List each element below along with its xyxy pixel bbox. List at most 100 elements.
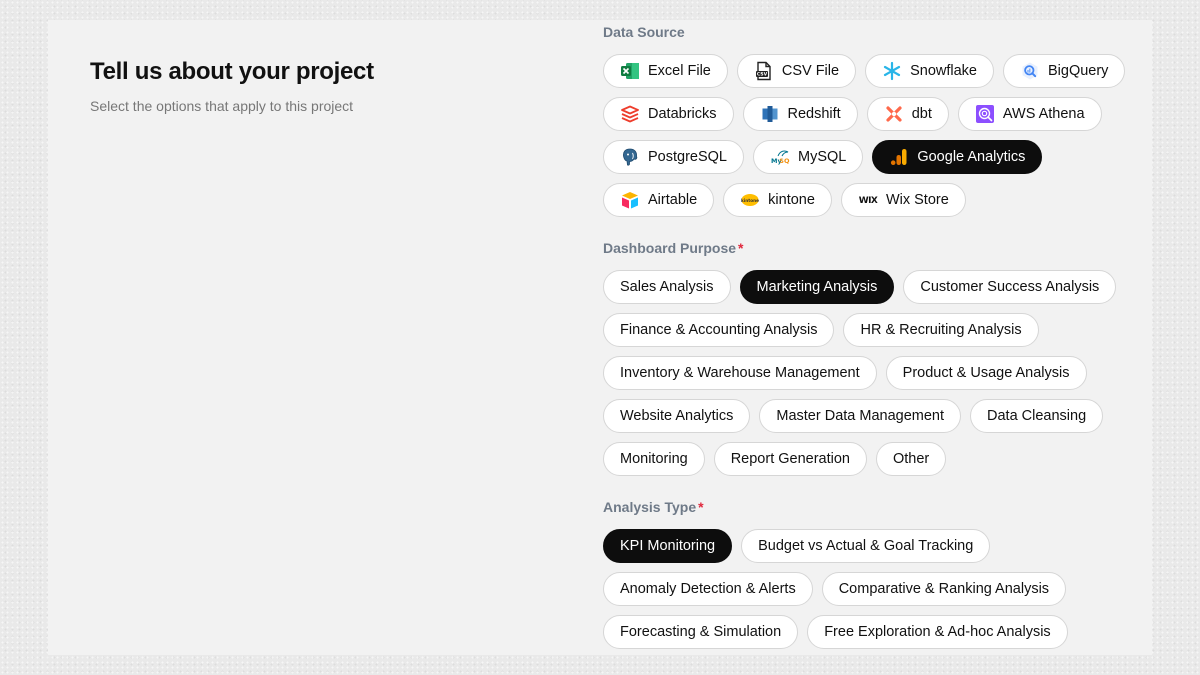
wix-icon: WIX <box>858 190 878 210</box>
chip-label: CSV File <box>781 63 840 79</box>
data-source-section: Data Source Excel File CSV CSV File Snowfla… <box>603 22 1143 217</box>
required-marker: * <box>698 499 704 515</box>
redshift-icon <box>760 104 780 124</box>
svg-text:CSV: CSV <box>757 72 768 78</box>
chip-postgresql[interactable]: PostgreSQL <box>603 140 744 174</box>
section-label: Data Source <box>603 24 685 40</box>
chip-label: Other <box>893 451 930 467</box>
chip-label: HR & Recruiting Analysis <box>860 322 1022 338</box>
chip-google-analytics[interactable]: Google Analytics <box>872 140 1043 174</box>
chip-label: Excel File <box>648 63 711 79</box>
chip-label: Data Cleansing <box>987 408 1087 424</box>
section-label: Dashboard Purpose * <box>603 240 744 256</box>
kintone-icon: kintone <box>740 190 760 210</box>
chip-inventory-and-warehouse-management[interactable]: Inventory & Warehouse Management <box>603 356 877 390</box>
chip-forecasting-and-simulation[interactable]: Forecasting & Simulation <box>603 615 799 649</box>
bigquery-icon <box>1020 61 1040 81</box>
chip-hr-and-recruiting-analysis[interactable]: HR & Recruiting Analysis <box>843 313 1039 347</box>
chip-label: Budget vs Actual & Goal Tracking <box>758 538 974 554</box>
chip-label: KPI Monitoring <box>620 538 716 554</box>
chip-budget-vs-actual-and-goal-tracking[interactable]: Budget vs Actual & Goal Tracking <box>741 529 991 563</box>
chip-snowflake[interactable]: Snowflake <box>865 54 994 88</box>
chip-label: Finance & Accounting Analysis <box>620 322 818 338</box>
options-panel: Data Source Excel File CSV CSV File Snowfla… <box>603 22 1143 655</box>
dashboard-purpose-options: Sales Analysis Marketing Analysis Customer… <box>603 270 1143 476</box>
chip-report-generation[interactable]: Report Generation <box>713 442 867 476</box>
google-analytics-icon <box>889 147 909 167</box>
chip-label: Snowflake <box>910 63 977 79</box>
chip-aws-athena[interactable]: AWS Athena <box>957 97 1102 131</box>
page-subtitle: Select the options that apply to this pr… <box>90 98 354 114</box>
chip-anomaly-detection-and-alerts[interactable]: Anomaly Detection & Alerts <box>603 572 813 606</box>
chip-excel-file[interactable]: Excel File <box>603 54 728 88</box>
chip-label: dbt <box>911 106 932 122</box>
mysql-icon: MySQL <box>770 147 790 167</box>
chip-data-cleansing[interactable]: Data Cleansing <box>970 399 1104 433</box>
chip-label: Master Data Management <box>776 408 945 424</box>
chip-free-exploration-and-ad-hoc-analysis[interactable]: Free Exploration & Ad-hoc Analysis <box>807 615 1068 649</box>
chip-label: Free Exploration & Ad-hoc Analysis <box>824 624 1051 640</box>
chip-label: Google Analytics <box>917 149 1026 165</box>
chip-label: Product & Usage Analysis <box>902 365 1070 381</box>
chip-label: Databricks <box>648 106 717 122</box>
chip-redshift[interactable]: Redshift <box>742 97 858 131</box>
chip-wix-store[interactable]: WIX Wix Store <box>840 183 966 217</box>
chip-label: Wix Store <box>885 192 949 208</box>
svg-text:SQL: SQL <box>779 157 790 165</box>
analysis-type-options: KPI Monitoring Budget vs Actual & Goal Tr… <box>603 529 1143 649</box>
chip-label: MySQL <box>798 149 847 165</box>
chip-kintone[interactable]: kintone kintone <box>723 183 832 217</box>
chip-label: Website Analytics <box>620 408 734 424</box>
chip-master-data-management[interactable]: Master Data Management <box>759 399 962 433</box>
chip-databricks[interactable]: Databricks <box>603 97 734 131</box>
csv-file-icon: CSV <box>754 61 774 81</box>
chip-label: Anomaly Detection & Alerts <box>620 581 796 597</box>
chip-label: Sales Analysis <box>620 279 714 295</box>
analysis-type-section: Analysis Type * KPI Monitoring Budget vs A… <box>603 497 1143 649</box>
chip-customer-success-analysis[interactable]: Customer Success Analysis <box>903 270 1117 304</box>
chip-bigquery[interactable]: BigQuery <box>1002 54 1126 88</box>
airtable-icon <box>620 190 640 210</box>
chip-finance-and-accounting-analysis[interactable]: Finance & Accounting Analysis <box>603 313 835 347</box>
chip-label: Inventory & Warehouse Management <box>620 365 860 381</box>
chip-label: kintone <box>768 192 815 208</box>
chip-comparative-and-ranking-analysis[interactable]: Comparative & Ranking Analysis <box>821 572 1067 606</box>
chip-label: Report Generation <box>730 451 850 467</box>
chip-marketing-analysis[interactable]: Marketing Analysis <box>739 270 895 304</box>
data-source-options: Excel File CSV CSV File Snowflake BigQuery Da… <box>603 54 1143 217</box>
chip-kpi-monitoring[interactable]: KPI Monitoring <box>603 529 733 563</box>
chip-label: Redshift <box>787 106 841 122</box>
chip-label: Forecasting & Simulation <box>620 624 782 640</box>
databricks-icon <box>620 104 640 124</box>
chip-website-analytics[interactable]: Website Analytics <box>603 399 751 433</box>
chip-label: Comparative & Ranking Analysis <box>838 581 1050 597</box>
aws-athena-icon <box>975 104 995 124</box>
chip-label: BigQuery <box>1047 63 1109 79</box>
svg-text:kintone: kintone <box>741 198 759 203</box>
chip-csv-file[interactable]: CSV CSV File <box>736 54 857 88</box>
snowflake-icon <box>882 61 902 81</box>
chip-monitoring[interactable]: Monitoring <box>603 442 705 476</box>
chip-label: Airtable <box>648 192 698 208</box>
chip-label: Marketing Analysis <box>756 279 878 295</box>
chip-other[interactable]: Other <box>876 442 947 476</box>
chip-mysql[interactable]: MySQL MySQL <box>753 140 864 174</box>
chip-dbt[interactable]: dbt <box>866 97 949 131</box>
dbt-icon <box>884 104 904 124</box>
chip-label: Monitoring <box>620 451 688 467</box>
svg-text:WIX: WIX <box>859 196 878 206</box>
postgresql-icon <box>620 147 640 167</box>
chip-product-and-usage-analysis[interactable]: Product & Usage Analysis <box>885 356 1087 390</box>
section-label: Analysis Type * <box>603 499 704 515</box>
chip-label: Customer Success Analysis <box>920 279 1100 295</box>
required-marker: * <box>738 240 744 256</box>
dashboard-purpose-section: Dashboard Purpose * Sales Analysis Marketi… <box>603 238 1143 476</box>
chip-label: PostgreSQL <box>648 149 727 165</box>
chip-sales-analysis[interactable]: Sales Analysis <box>603 270 731 304</box>
excel-icon <box>620 61 640 81</box>
intro-panel: Tell us about your project Select the op… <box>90 58 374 114</box>
chip-label: AWS Athena <box>1002 106 1085 122</box>
chip-airtable[interactable]: Airtable <box>603 183 715 217</box>
project-form-card: Tell us about your project Select the op… <box>48 20 1152 655</box>
page-title: Tell us about your project <box>90 58 374 85</box>
